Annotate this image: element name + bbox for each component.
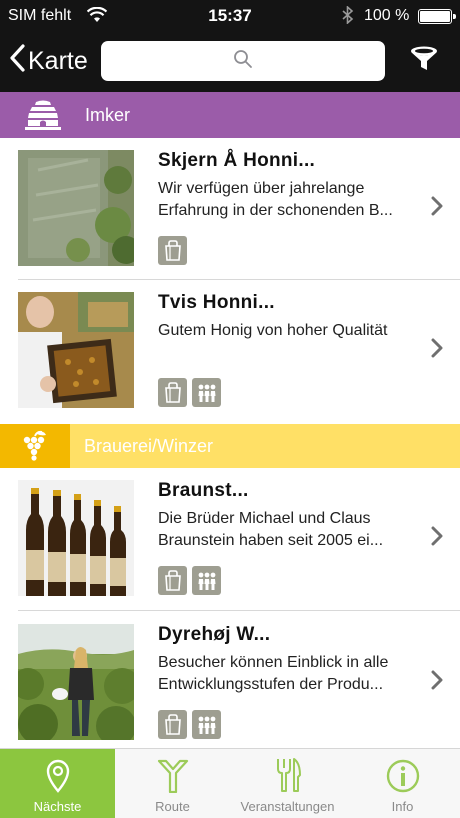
chevron-right-icon <box>431 196 443 221</box>
item-description: Die Brüder Michael und Claus Braunstein … <box>158 510 384 549</box>
item-badges <box>158 710 221 739</box>
item-photo <box>18 150 134 266</box>
item-badges <box>158 566 221 595</box>
section-label-brauerei: Brauerei/Winzer <box>84 436 214 456</box>
chevron-right-icon <box>431 338 443 363</box>
shopping-bag-icon <box>158 378 187 407</box>
shopping-bag-icon <box>158 236 187 265</box>
group-people-icon <box>192 710 221 739</box>
item-title: Tvis Honni... <box>158 292 275 313</box>
back-button[interactable]: Karte <box>8 43 88 79</box>
route-fork-icon <box>157 749 189 793</box>
item-photo <box>18 480 134 596</box>
chevron-right-icon <box>431 526 443 551</box>
item-photo <box>18 624 134 740</box>
info-icon <box>386 749 420 793</box>
beehive-icon <box>0 92 85 138</box>
item-photo <box>18 292 134 408</box>
list-item-skjern[interactable]: Skjern Å Honni... Wir verfügen über jahr… <box>0 138 460 279</box>
bluetooth-icon <box>342 5 354 29</box>
list-item-dyrehoj[interactable]: Dyrehøj W... Besucher können Einblick in… <box>0 612 460 748</box>
search-input[interactable] <box>101 41 385 81</box>
grapes-icon <box>0 424 70 468</box>
tab-veranstaltungen[interactable]: Veranstaltungen <box>230 749 345 818</box>
section-label-imker: Imker <box>85 105 130 125</box>
tab-info[interactable]: Info <box>345 749 460 818</box>
group-people-icon <box>192 378 221 407</box>
item-description: Gutem Honig von hoher Qualität <box>158 322 388 339</box>
chevron-left-icon <box>8 43 28 80</box>
filter-funnel-icon <box>409 46 439 77</box>
shopping-bag-icon <box>158 710 187 739</box>
group-people-icon <box>192 566 221 595</box>
tab-route[interactable]: Route <box>115 749 230 818</box>
section-header-imker: Imker <box>0 92 460 138</box>
section-header-brauerei: Brauerei/Winzer <box>0 424 460 468</box>
item-description: Besucher können Einblick in alle Entwick… <box>158 654 389 693</box>
status-bar: SIM fehlt 15:37 100 % <box>0 0 460 32</box>
list-item-tvis[interactable]: Tvis Honni... Gutem Honig von hoher Qual… <box>0 280 460 424</box>
back-label: Karte <box>28 46 88 75</box>
search-bar <box>101 41 385 81</box>
item-badges <box>158 378 221 407</box>
item-title: Skjern Å Honni... <box>158 150 316 171</box>
list-divider <box>18 610 460 611</box>
list-item-braunstein[interactable]: Braunst... Die Brüder Michael und Claus … <box>0 468 460 610</box>
item-title: Braunst... <box>158 480 249 501</box>
tab-label: Veranstaltungen <box>240 799 335 814</box>
battery-percent: 100 % <box>364 7 410 24</box>
shopping-bag-icon <box>158 566 187 595</box>
tab-naechste[interactable]: Nächste <box>0 749 115 818</box>
tab-label: Info <box>391 799 414 814</box>
top-bar: SIM fehlt 15:37 100 % Karte <box>0 0 460 92</box>
item-title: Dyrehøj W... <box>158 624 271 645</box>
item-badges <box>158 236 187 265</box>
battery-icon <box>418 9 456 24</box>
tab-label: Route <box>155 799 190 814</box>
tab-label: Nächste <box>33 799 82 814</box>
location-pin-icon <box>45 749 71 793</box>
tab-bar: Nächste Route Veranstaltungen Info <box>0 748 460 818</box>
fork-knife-icon <box>275 749 301 793</box>
filter-button[interactable] <box>404 44 444 78</box>
item-description: Wir verfügen über jahrelange Erfahrung i… <box>158 180 393 219</box>
chevron-right-icon <box>431 670 443 695</box>
